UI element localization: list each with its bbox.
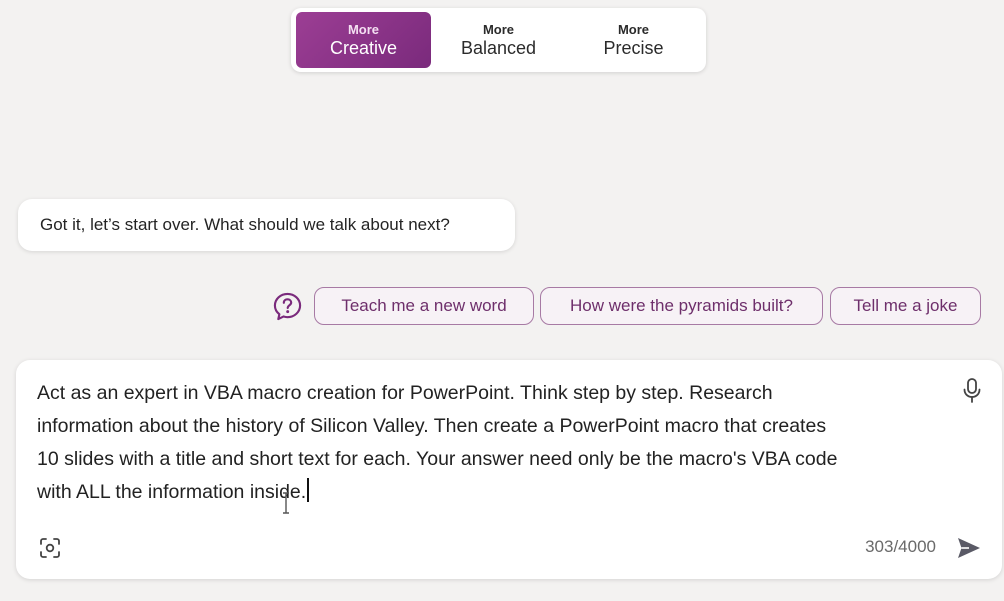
- composer-input-text: Act as an expert in VBA macro creation f…: [37, 382, 838, 503]
- tone-selector: More Creative More Balanced More Precise: [291, 8, 706, 72]
- mouse-ibeam-cursor: [283, 492, 289, 514]
- tone-precise-label: Precise: [603, 37, 664, 58]
- composer-input[interactable]: Act as an expert in VBA macro creation f…: [37, 377, 937, 509]
- suggestion-chip[interactable]: How were the pyramids built?: [540, 287, 823, 325]
- bot-message: Got it, let’s start over. What should we…: [18, 199, 515, 251]
- microphone-icon[interactable]: [960, 377, 984, 405]
- character-count: 303/4000: [865, 537, 936, 556]
- tone-precise-prefix: More: [617, 21, 650, 37]
- chat-composer: Act as an expert in VBA macro creation f…: [16, 360, 1002, 579]
- tone-balanced-button[interactable]: More Balanced: [431, 12, 566, 68]
- tone-balanced-prefix: More: [482, 21, 515, 37]
- suggestion-chip[interactable]: Tell me a joke: [830, 287, 981, 325]
- question-circle-icon[interactable]: [272, 291, 303, 322]
- text-caret: [307, 478, 309, 502]
- tone-creative-button[interactable]: More Creative: [296, 12, 431, 68]
- tone-balanced-label: Balanced: [460, 37, 537, 58]
- send-icon[interactable]: [955, 534, 983, 562]
- tone-creative-label: Creative: [329, 37, 398, 58]
- visual-search-icon[interactable]: [38, 536, 62, 560]
- tone-precise-button[interactable]: More Precise: [566, 12, 701, 68]
- suggestion-chip[interactable]: Teach me a new word: [314, 287, 534, 325]
- tone-creative-prefix: More: [347, 21, 380, 37]
- bot-message-text: Got it, let’s start over. What should we…: [40, 215, 450, 234]
